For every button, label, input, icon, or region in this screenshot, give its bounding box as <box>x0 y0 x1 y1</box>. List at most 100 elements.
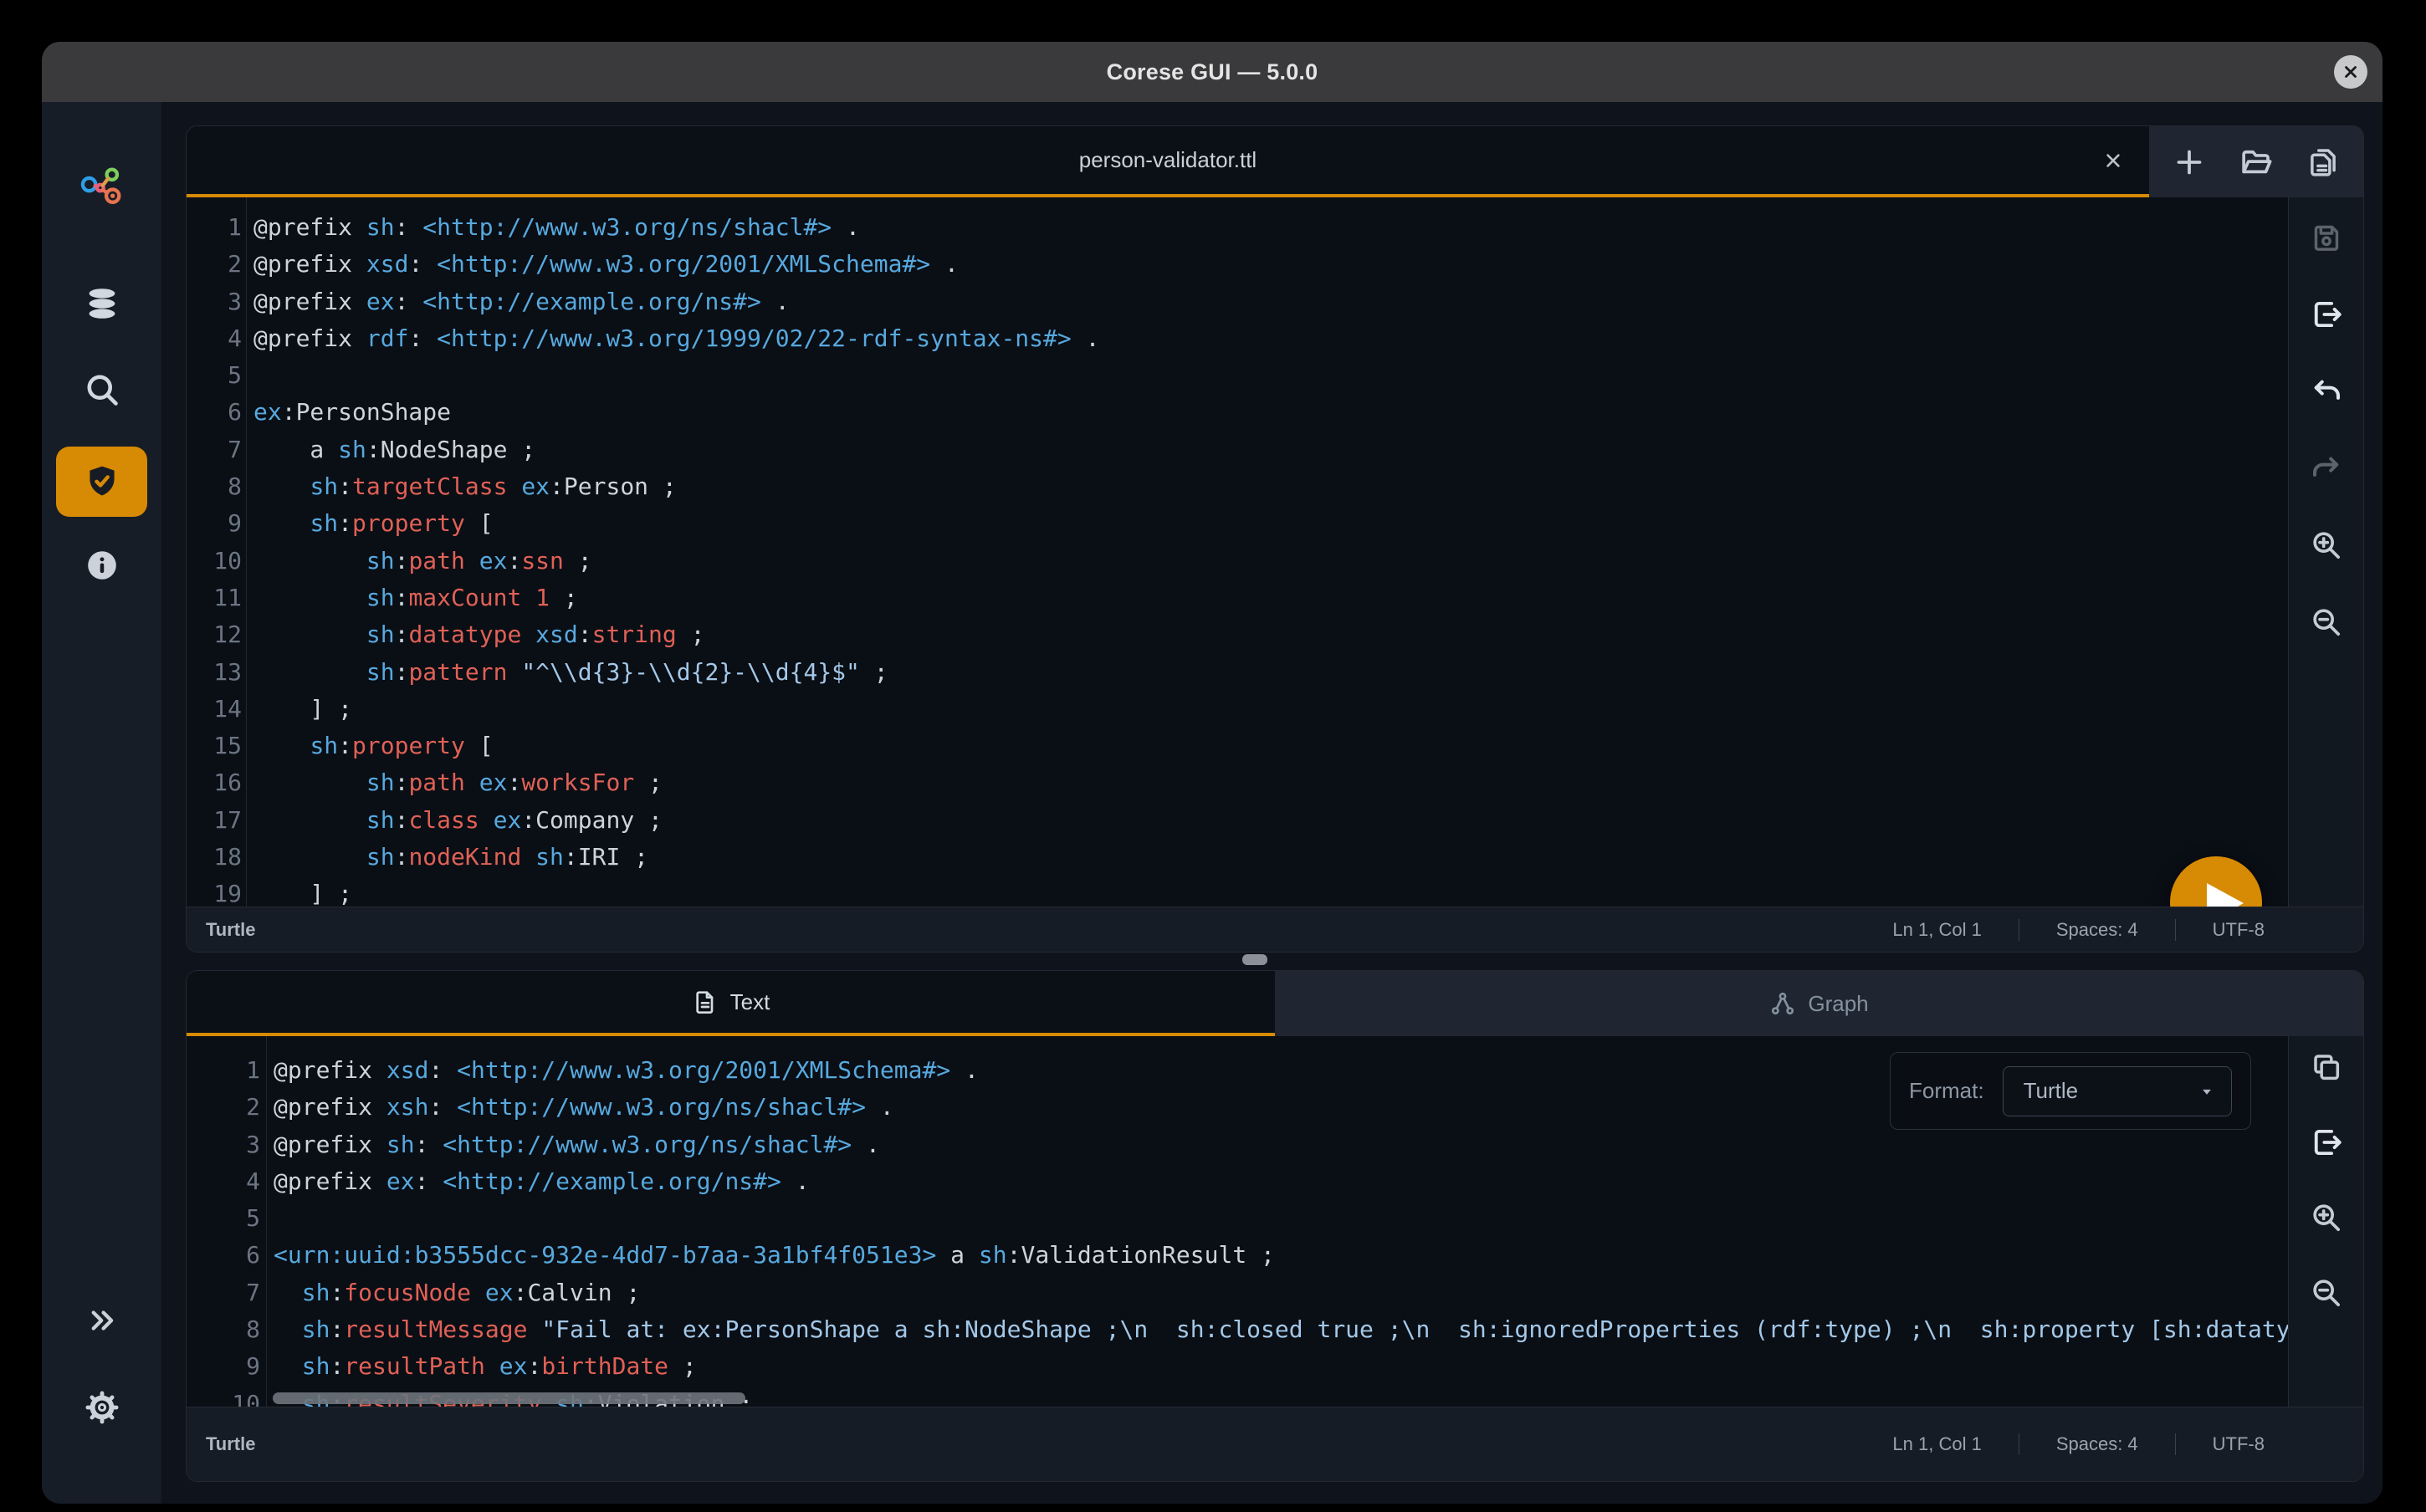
export-button[interactable] <box>2308 296 2345 333</box>
line-content: sh:path ex:ssn ; <box>246 543 592 580</box>
expand-sidebar-icon[interactable] <box>86 1305 118 1336</box>
line-number: 7 <box>187 1274 267 1311</box>
editor-tab-bar: person-validator.ttl <box>187 126 2363 197</box>
code-line: 10 sh:path ex:ssn ; <box>187 543 2288 580</box>
gear-icon[interactable] <box>84 1390 120 1425</box>
format-panel: Format: Turtle <box>1890 1052 2251 1130</box>
export-icon <box>2309 1125 2344 1160</box>
splitter-handle[interactable] <box>1242 954 1267 965</box>
line-number: 9 <box>187 505 246 542</box>
plus-icon <box>2173 146 2206 179</box>
code-line: 13 sh:pattern "^\\d{3}-\\d{2}-\\d{4}$" ; <box>187 654 2288 691</box>
line-content <box>267 1200 274 1237</box>
zoom-in-button[interactable] <box>2308 527 2345 564</box>
line-content: sh:focusNode ex:Calvin ; <box>267 1274 640 1311</box>
tab-graph[interactable]: Graph <box>1275 971 2363 1036</box>
tab-person-validator[interactable]: person-validator.ttl <box>187 126 2149 197</box>
sidebar <box>42 102 161 1504</box>
file-copy-icon <box>2306 145 2341 180</box>
export-icon <box>2309 297 2344 332</box>
code-line: 12 sh:datatype xsd:string ; <box>187 616 2288 653</box>
code-line: 4@prefix rdf: <http://www.w3.org/1999/02… <box>187 320 2288 357</box>
results-code-view[interactable]: 1@prefix xsd: <http://www.w3.org/2001/XM… <box>187 1036 2288 1407</box>
undo-icon <box>2309 374 2344 409</box>
code-line: 18 sh:nodeKind sh:IRI ; <box>187 839 2288 876</box>
line-content: @prefix sh: <http://www.w3.org/ns/shacl#… <box>246 209 860 246</box>
redo-button[interactable] <box>2308 450 2345 487</box>
line-content: ex:PersonShape <box>246 394 451 431</box>
line-content: @prefix xsh: <http://www.w3.org/ns/shacl… <box>267 1089 894 1126</box>
status-language: Turtle <box>206 1433 255 1455</box>
tab-text[interactable]: Text <box>187 971 1275 1036</box>
undo-button[interactable] <box>2308 373 2345 410</box>
code-line: 6<urn:uuid:b3555dcc-932e-4dd7-b7aa-3a1bf… <box>187 1237 2288 1274</box>
code-line: 19 ] ; <box>187 876 2288 907</box>
open-file-button[interactable] <box>2238 144 2275 181</box>
search-icon[interactable] <box>84 371 120 408</box>
line-number: 18 <box>187 839 246 876</box>
code-line: 3@prefix sh: <http://www.w3.org/ns/shacl… <box>187 1126 2288 1163</box>
main-area: person-validator.ttl <box>161 102 2382 1504</box>
status-encoding: UTF-8 <box>2176 1433 2281 1455</box>
line-number: 11 <box>187 580 246 616</box>
line-number: 1 <box>187 209 246 246</box>
editor-toolbar <box>2288 197 2363 907</box>
code-line: 7 sh:focusNode ex:Calvin ; <box>187 1274 2288 1311</box>
graph-icon <box>1769 990 1796 1017</box>
run-validation-button[interactable] <box>2170 856 2262 907</box>
corese-logo-icon[interactable] <box>78 165 126 213</box>
line-number: 9 <box>187 1348 267 1385</box>
code-line: 9 sh:resultPath ex:birthDate ; <box>187 1348 2288 1385</box>
format-selected-value: Turtle <box>2004 1078 2079 1104</box>
new-file-button[interactable] <box>2171 144 2208 181</box>
sidebar-item-validation-active[interactable] <box>56 447 147 517</box>
save-button[interactable] <box>2308 219 2345 256</box>
save-as-button[interactable] <box>2305 144 2342 181</box>
window-title: Corese GUI — 5.0.0 <box>1107 59 1318 85</box>
code-line: 9 sh:property [ <box>187 505 2288 542</box>
export-button[interactable] <box>2308 1124 2345 1161</box>
line-number: 8 <box>187 1311 267 1348</box>
line-content <box>246 357 253 394</box>
close-icon <box>2342 63 2360 81</box>
line-number: 4 <box>187 1163 267 1200</box>
status-encoding: UTF-8 <box>2176 919 2281 941</box>
copy-icon <box>2310 1050 2343 1084</box>
status-cursor-position: Ln 1, Col 1 <box>1855 1433 2018 1455</box>
results-panel: Text Graph 1@prefix <box>186 970 2364 1482</box>
line-number: 7 <box>187 432 246 468</box>
line-content: sh:property [ <box>246 505 494 542</box>
database-icon[interactable] <box>84 285 120 322</box>
screen: Corese GUI — 5.0.0 <box>0 0 2426 1512</box>
play-icon <box>2170 856 2262 907</box>
line-content: @prefix xsd: <http://www.w3.org/2001/XML… <box>246 246 959 283</box>
horizontal-scrollbar[interactable] <box>273 1392 745 1404</box>
tab-close-button[interactable] <box>2099 146 2127 175</box>
status-cursor-position: Ln 1, Col 1 <box>1855 919 2018 941</box>
zoom-out-button[interactable] <box>2308 604 2345 641</box>
line-number: 6 <box>187 1237 267 1274</box>
zoom-out-button[interactable] <box>2308 1274 2345 1311</box>
format-select[interactable]: Turtle <box>2003 1066 2232 1116</box>
line-number: 5 <box>187 1200 267 1237</box>
zoom-in-icon <box>2310 1201 2343 1234</box>
close-icon <box>2101 149 2125 172</box>
line-number: 8 <box>187 468 246 505</box>
redo-icon <box>2309 451 2344 486</box>
copy-button[interactable] <box>2308 1049 2345 1085</box>
line-content: sh:targetClass ex:Person ; <box>246 468 677 505</box>
code-line: 5 <box>187 357 2288 394</box>
shapes-code-lines[interactable]: 1@prefix sh: <http://www.w3.org/ns/shacl… <box>187 197 2288 907</box>
line-content: a sh:NodeShape ; <box>246 432 535 468</box>
code-line: 15 sh:property [ <box>187 728 2288 764</box>
status-language: Turtle <box>206 919 255 941</box>
shapes-code-editor[interactable]: 1@prefix sh: <http://www.w3.org/ns/shacl… <box>187 197 2288 907</box>
window-close-button[interactable] <box>2334 55 2367 89</box>
line-content: sh:path ex:worksFor ; <box>246 764 663 801</box>
zoom-in-button[interactable] <box>2308 1199 2345 1236</box>
code-line: 14 ] ; <box>187 691 2288 728</box>
tab-graph-label: Graph <box>1808 991 1868 1017</box>
code-line: 17 sh:class ex:Company ; <box>187 802 2288 839</box>
info-icon[interactable] <box>84 548 120 583</box>
line-number: 13 <box>187 654 246 691</box>
